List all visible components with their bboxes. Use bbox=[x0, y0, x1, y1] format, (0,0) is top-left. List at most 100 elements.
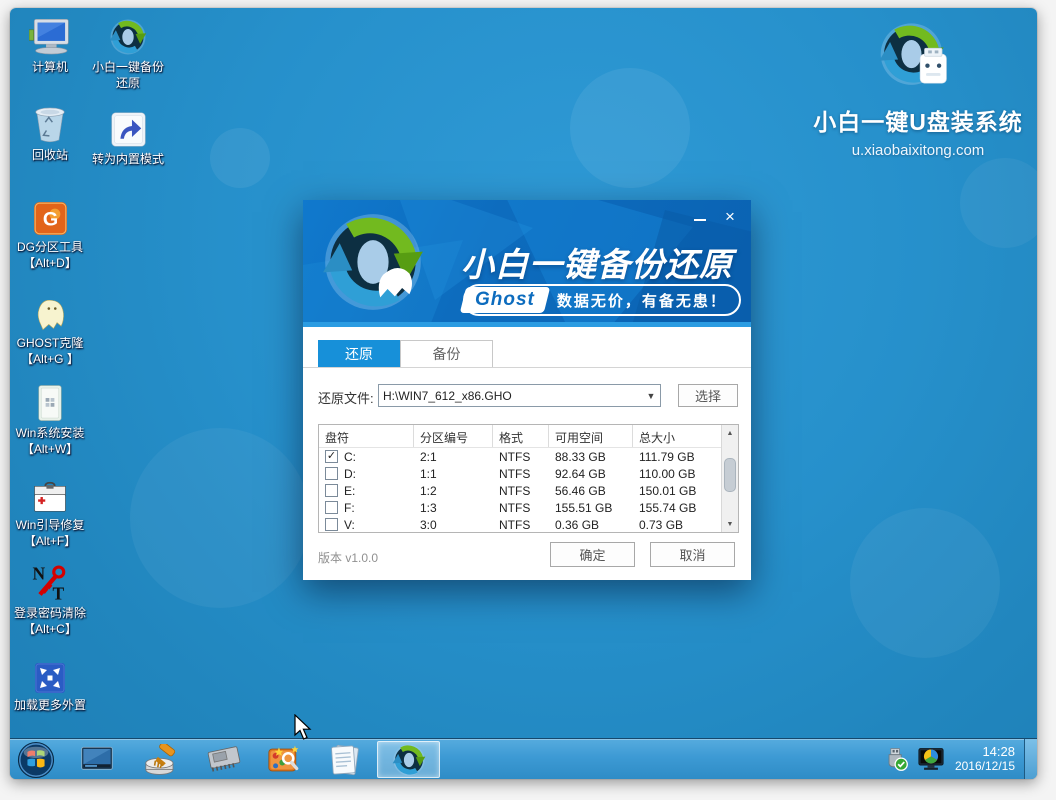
format-cell: NTFS bbox=[493, 467, 549, 481]
chevron-down-icon[interactable]: ▼ bbox=[642, 391, 660, 401]
row-checkbox[interactable] bbox=[325, 501, 338, 514]
taskbar: 14:28 2016/12/15 bbox=[10, 738, 1037, 779]
taskbar-notepad[interactable] bbox=[323, 741, 367, 778]
free-cell: 56.46 GB bbox=[549, 484, 633, 498]
show-desktop-button[interactable] bbox=[1024, 739, 1037, 779]
brand-title: 小白一键U盘装系统 bbox=[802, 103, 1034, 137]
table-header-row: 盘符 分区编号 格式 可用空间 总大小 bbox=[319, 425, 721, 448]
format-cell: NTFS bbox=[493, 484, 549, 498]
scrollbar-thumb[interactable] bbox=[724, 458, 736, 492]
taskbar-display-app[interactable] bbox=[75, 741, 119, 778]
table-row[interactable]: E: 1:2 NTFS 56.46 GB 150.01 GB bbox=[319, 482, 721, 499]
drive-label: D: bbox=[344, 467, 356, 481]
partition-cell: 3:0 bbox=[414, 518, 493, 532]
desktop-icon-label: DG分区工具 bbox=[10, 239, 98, 255]
table-scrollbar[interactable]: ▲ ▼ bbox=[721, 425, 738, 532]
close-button[interactable]: × bbox=[719, 208, 741, 226]
desktop-icon-dg-partition[interactable]: G DG分区工具 【Alt+D】 bbox=[10, 196, 98, 271]
tab-restore[interactable]: 还原 bbox=[318, 340, 400, 367]
restore-file-combobox[interactable]: H:\WIN7_612_x86.GHO ▼ bbox=[378, 384, 661, 407]
free-cell: 0.36 GB bbox=[549, 518, 633, 532]
desktop-icon-label: GHOST克隆 bbox=[10, 335, 98, 351]
scroll-down-icon[interactable]: ▼ bbox=[722, 516, 738, 532]
ghost-logo-text: Ghost bbox=[475, 289, 535, 311]
taskbar-disk-tool[interactable] bbox=[139, 741, 183, 778]
total-cell: 110.00 GB bbox=[633, 467, 721, 481]
tab-backup[interactable]: 备份 bbox=[400, 340, 493, 367]
expand-arrows-icon bbox=[10, 654, 98, 694]
table-row[interactable]: F: 1:3 NTFS 155.51 GB 155.74 GB bbox=[319, 499, 721, 516]
desktop-icon-label: 【Alt+W】 bbox=[10, 441, 98, 457]
total-cell: 0.73 GB bbox=[633, 518, 721, 532]
desktop-icon-label: 登录密码清除 bbox=[10, 605, 98, 621]
ghost-icon bbox=[10, 292, 98, 332]
free-cell: 88.33 GB bbox=[549, 450, 633, 464]
usb-tray-icon[interactable] bbox=[883, 746, 909, 772]
format-cell: NTFS bbox=[493, 518, 549, 532]
desktop-icon-label: 【Alt+D】 bbox=[10, 255, 98, 271]
row-checkbox[interactable] bbox=[325, 518, 338, 531]
clock-date: 2016/12/15 bbox=[955, 759, 1015, 774]
nt-key-icon: N T bbox=[10, 562, 98, 602]
choose-button[interactable]: 选择 bbox=[678, 384, 738, 407]
format-cell: NTFS bbox=[493, 450, 549, 464]
dialog-banner: 小白一键备份还原 Ghost 数据无价，有备无患！ × bbox=[303, 200, 751, 327]
tab-divider bbox=[303, 367, 751, 368]
backup-restore-dialog: 小白一键备份还原 Ghost 数据无价，有备无患！ × 还原 备份 还原文件: … bbox=[303, 200, 751, 580]
row-checkbox[interactable] bbox=[325, 467, 338, 480]
taskbar-memory-tool[interactable] bbox=[202, 741, 246, 778]
display-color-tray-icon[interactable] bbox=[917, 746, 945, 772]
win-install-icon bbox=[10, 382, 98, 422]
col-header-drive[interactable]: 盘符 bbox=[319, 425, 414, 447]
drive-label: F: bbox=[344, 501, 355, 515]
row-checkbox[interactable] bbox=[325, 450, 338, 463]
desktop-icon-label: 还原 bbox=[80, 75, 176, 91]
desktop-icon-boot-repair[interactable]: Win引导修复 【Alt+F】 bbox=[10, 474, 98, 549]
col-header-total[interactable]: 总大小 bbox=[633, 425, 721, 447]
bokeh-circle bbox=[130, 428, 310, 608]
total-cell: 155.74 GB bbox=[633, 501, 721, 515]
total-cell: 111.79 GB bbox=[633, 450, 721, 464]
ghost-slogan: 数据无价，有备无患！ bbox=[557, 290, 727, 311]
display-app-icon bbox=[80, 745, 114, 775]
col-header-free[interactable]: 可用空间 bbox=[549, 425, 633, 447]
ok-button[interactable]: 确定 bbox=[550, 542, 635, 567]
desktop-icon-load-more[interactable]: 加载更多外置 bbox=[10, 654, 98, 713]
table-row[interactable]: C: 2:1 NTFS 88.33 GB 111.79 GB bbox=[319, 448, 721, 465]
notepad-icon bbox=[328, 744, 362, 776]
version-label: 版本 v1.0.0 bbox=[318, 549, 378, 566]
free-cell: 92.64 GB bbox=[549, 467, 633, 481]
bokeh-circle bbox=[960, 158, 1037, 248]
col-header-format[interactable]: 格式 bbox=[493, 425, 549, 447]
scroll-up-icon[interactable]: ▲ bbox=[722, 425, 738, 441]
restore-file-value: H:\WIN7_612_x86.GHO bbox=[379, 389, 642, 403]
desktop-icon-ghost-clone[interactable]: GHOST克隆 【Alt+G 】 bbox=[10, 292, 98, 367]
table-row[interactable]: D: 1:1 NTFS 92.64 GB 110.00 GB bbox=[319, 465, 721, 482]
dg-partition-icon: G bbox=[10, 196, 98, 236]
format-cell: NTFS bbox=[493, 501, 549, 515]
row-checkbox[interactable] bbox=[325, 484, 338, 497]
svg-text:T: T bbox=[53, 584, 65, 603]
svg-text:G: G bbox=[42, 209, 57, 231]
bokeh-circle bbox=[570, 68, 690, 188]
cancel-button[interactable]: 取消 bbox=[650, 542, 735, 567]
col-header-partition[interactable]: 分区编号 bbox=[414, 425, 493, 447]
minimize-button[interactable] bbox=[689, 208, 711, 226]
partition-cell: 1:2 bbox=[414, 484, 493, 498]
desktop-icon-label: 【Alt+F】 bbox=[10, 533, 98, 549]
desktop-icon-win-install[interactable]: Win系统安装 【Alt+W】 bbox=[10, 382, 98, 457]
shortcut-arrow-icon bbox=[80, 108, 176, 148]
ghost-badge: Ghost 数据无价，有备无患！ bbox=[463, 284, 741, 316]
desktop-icon-label: 【Alt+C】 bbox=[10, 621, 98, 637]
taskbar-clock[interactable]: 14:28 2016/12/15 bbox=[955, 744, 1015, 774]
taskbar-active-app[interactable] bbox=[377, 741, 440, 778]
brand-logo-icon bbox=[878, 20, 958, 94]
table-row[interactable]: V: 3:0 NTFS 0.36 GB 0.73 GB bbox=[319, 516, 721, 533]
desktop-icon-internal-mode[interactable]: 转为内置模式 bbox=[80, 108, 176, 167]
start-button[interactable] bbox=[14, 741, 58, 778]
desktop-icon-password-clear[interactable]: N T 登录密码清除 【Alt+C】 bbox=[10, 562, 98, 637]
taskbar-tweak-tool[interactable] bbox=[262, 741, 306, 778]
backup-app-icon bbox=[392, 743, 426, 777]
desktop-icon-backup-restore[interactable]: 小白一键备份 还原 bbox=[80, 16, 176, 91]
drive-label: C: bbox=[344, 450, 356, 464]
